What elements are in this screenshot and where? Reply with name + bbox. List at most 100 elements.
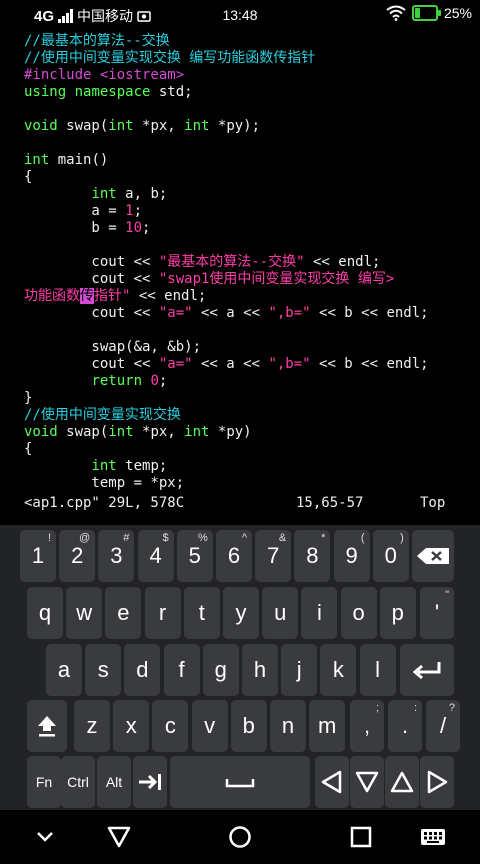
switch-keyboard-button[interactable] (418, 822, 448, 852)
code-line[interactable]: #include <iostream> (24, 67, 480, 84)
arrow-down-key[interactable] (350, 756, 384, 808)
chevron-down-icon (37, 832, 53, 842)
code-line[interactable] (24, 322, 480, 339)
code-line[interactable]: //最基本的算法--交换 (24, 33, 480, 50)
code-line[interactable]: 功能函数传指针" << endl; (24, 288, 480, 305)
recents-button[interactable] (346, 822, 376, 852)
key-f[interactable]: f (163, 644, 200, 696)
shift-key[interactable] (27, 700, 67, 752)
space-icon (225, 779, 255, 788)
code-line[interactable] (24, 101, 480, 118)
cursor-position: 15,65-57 (296, 495, 364, 511)
key-2[interactable]: 2 @ (59, 530, 96, 582)
code-line[interactable]: //使用中间变量实现交换 (24, 407, 480, 424)
key-1[interactable]: 1! (20, 530, 56, 582)
code-line[interactable]: } (24, 390, 480, 407)
status-right: 25% (386, 5, 472, 21)
arrow-right-key[interactable] (420, 756, 454, 808)
fn-key[interactable]: Fn (27, 756, 61, 808)
code-line[interactable]: return 0; (24, 373, 480, 390)
status-bar: 4G 中国移动 13:48 25% (0, 0, 480, 30)
code-line[interactable]: { (24, 169, 480, 186)
key-p[interactable]: p (379, 587, 416, 639)
key-8[interactable]: 8 * (294, 530, 331, 582)
key-s[interactable]: s (85, 644, 122, 696)
key-m[interactable]: m (309, 700, 346, 752)
home-circle-icon (229, 826, 251, 848)
code-line[interactable] (24, 237, 480, 254)
arrow-up-icon (390, 771, 414, 793)
key-slash[interactable]: /? (426, 700, 460, 752)
arrow-down-icon (355, 771, 379, 793)
key-r[interactable]: r (144, 587, 181, 639)
back-button[interactable] (104, 822, 134, 852)
key-b[interactable]: b (230, 700, 267, 752)
key-n[interactable]: n (270, 700, 306, 752)
wifi-icon (386, 5, 406, 21)
code-line[interactable]: void swap(int *px, int *py) (24, 424, 480, 441)
key-5[interactable]: 5% (176, 530, 213, 582)
key-u[interactable]: u (262, 587, 299, 639)
backspace-key[interactable] (412, 530, 454, 582)
key-c[interactable]: c (152, 700, 189, 752)
key-k[interactable]: k (320, 644, 357, 696)
key-i[interactable]: i (301, 587, 338, 639)
key-t[interactable]: t (183, 587, 220, 639)
keyboard-icon (421, 829, 445, 845)
key-0[interactable]: 0) (372, 530, 409, 582)
code-line[interactable]: void swap(int *px, int *py); (24, 118, 480, 135)
code-line[interactable]: int main() (24, 152, 480, 169)
code-line[interactable]: cout << "最基本的算法--交换" << endl; (24, 254, 480, 271)
key-v[interactable]: v (191, 700, 228, 752)
code-line[interactable]: swap(&a, &b); (24, 339, 480, 356)
key-7[interactable]: 7 & (255, 530, 292, 582)
key-3[interactable]: 3 # (98, 530, 135, 582)
code-line[interactable]: using namespace std; (24, 84, 480, 101)
code-line[interactable]: int a, b; (24, 186, 480, 203)
tab-key[interactable] (133, 756, 167, 808)
key-q[interactable]: q (27, 587, 63, 639)
code-line[interactable]: cout << "a=" << a << ",b=" << b << endl; (24, 305, 480, 322)
code-line[interactable]: temp = *px; (24, 475, 480, 492)
ctrl-key[interactable]: Ctrl (61, 756, 95, 808)
key-l[interactable]: l (359, 644, 396, 696)
key-quote[interactable]: ' " (420, 587, 454, 639)
enter-key[interactable] (400, 644, 454, 696)
key-4[interactable]: 4 $ (137, 530, 174, 582)
key-z[interactable]: z (74, 700, 110, 752)
code-line[interactable] (24, 135, 480, 152)
code-line[interactable]: a = 1; (24, 203, 480, 220)
alt-key[interactable]: Alt (97, 756, 131, 808)
key-x[interactable]: x (113, 700, 150, 752)
space-key[interactable] (170, 756, 310, 808)
key-g[interactable]: g (202, 644, 239, 696)
code-line[interactable]: cout << "swap1使用中间变量实现交换 编写> (24, 271, 480, 288)
key-a[interactable]: a (46, 644, 82, 696)
battery-level: 25% (443, 5, 472, 21)
code-line[interactable]: b = 10; (24, 220, 480, 237)
home-button[interactable] (225, 822, 255, 852)
hide-keyboard-button[interactable] (30, 822, 60, 852)
enter-icon (412, 662, 441, 680)
key-w[interactable]: w (66, 587, 103, 639)
key-comma[interactable]: ,; (350, 700, 384, 752)
code-line[interactable]: cout << "a=" << a << ",b=" << b << endl; (24, 356, 480, 373)
key-e[interactable]: e (105, 587, 142, 639)
soft-keyboard: 1! 2 @3 #4 $5% 6 ^ 7 & 8 * 9(0) q w e r t y u i o p ' " a s d f g h j k… (0, 525, 480, 810)
key-6[interactable]: 6 ^ (216, 530, 252, 582)
key-y[interactable]: y (223, 587, 259, 639)
key-j[interactable]: j (281, 644, 318, 696)
key-9[interactable]: 9( (333, 530, 370, 582)
arrow-left-key[interactable] (315, 756, 349, 808)
code-line[interactable]: //使用中间变量实现交换 编写功能函数传指针 (24, 50, 480, 67)
key-h[interactable]: h (242, 644, 278, 696)
code-line[interactable]: { (24, 441, 480, 458)
code-buffer[interactable]: //最基本的算法--交换//使用中间变量实现交换 编写功能函数传指针 #inclu… (0, 33, 480, 492)
vim-editor[interactable]: //最基本的算法--交换//使用中间变量实现交换 编写功能函数传指针 #inclu… (0, 33, 480, 525)
key-period[interactable]: .: (388, 700, 422, 752)
arrow-up-key[interactable] (385, 756, 419, 808)
key-o[interactable]: o (340, 587, 377, 639)
code-line[interactable]: int temp; (24, 458, 480, 475)
backspace-icon (417, 548, 449, 564)
key-d[interactable]: d (124, 644, 161, 696)
